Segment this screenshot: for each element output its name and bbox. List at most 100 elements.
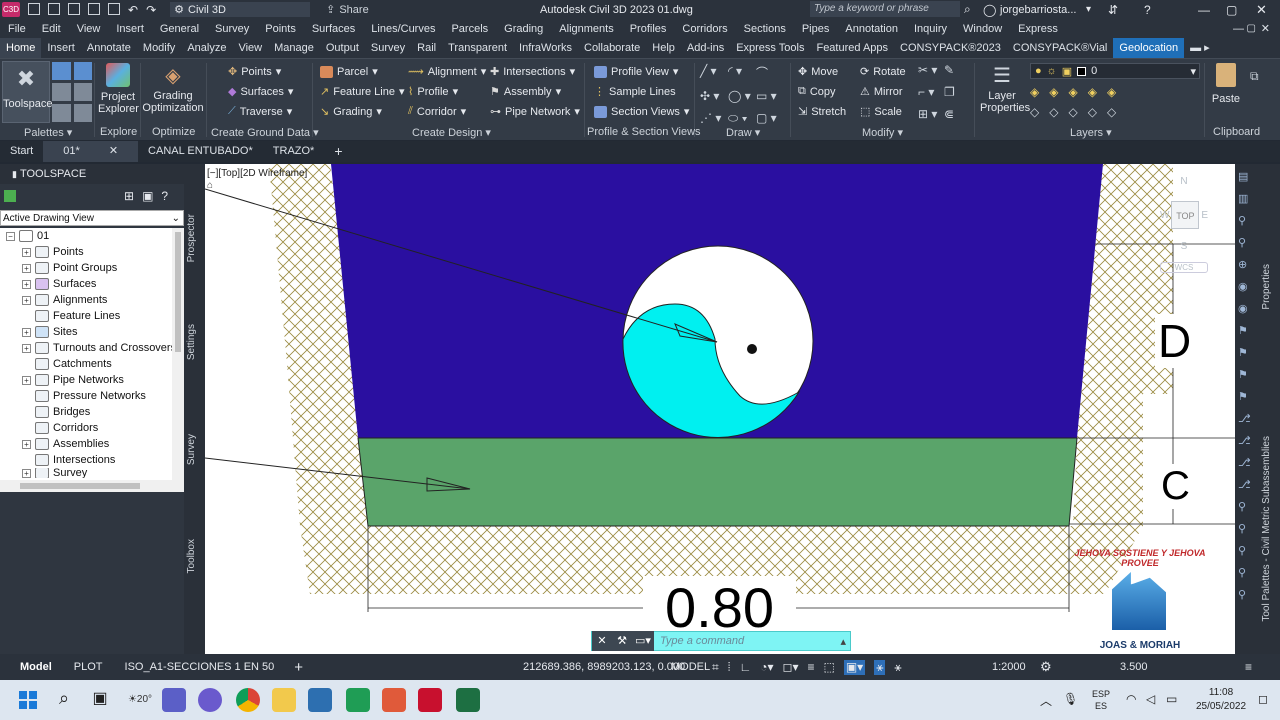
workspace-select[interactable]: ⚙ Civil 3D [170, 2, 311, 17]
tool-icon[interactable]: ⚑ [1238, 368, 1256, 381]
share-button[interactable]: ⇪ Share [326, 3, 369, 17]
explode-icon[interactable]: ❐ [944, 85, 970, 101]
polyline-icon[interactable]: ⌒ [756, 64, 784, 81]
tree-item[interactable]: Feature Lines [0, 308, 172, 324]
tree-item[interactable]: + Assemblies [0, 436, 172, 452]
tool-icon[interactable]: ⚲ [1238, 522, 1256, 535]
settings-icon[interactable] [73, 104, 92, 122]
layout-tab-iso[interactable]: ISO_A1-SECCIONES 1 EN 50 [125, 661, 275, 673]
tab-infraworks[interactable]: InfraWorks [513, 38, 578, 58]
viewcube-top-face[interactable]: TOP [1171, 201, 1200, 229]
circle-icon[interactable]: ◯ ▾ [728, 89, 756, 103]
tree-scrollbar[interactable] [172, 228, 184, 480]
tab-manage[interactable]: Manage [268, 38, 320, 58]
tool-icon[interactable]: ⎇ [1238, 478, 1256, 491]
redo-icon[interactable]: ↷ [146, 3, 156, 17]
arc-icon[interactable]: ◜ ▾ [728, 64, 756, 81]
hscroll-thumb[interactable] [20, 483, 140, 489]
copy-button[interactable]: ⧉ Copy [798, 85, 836, 98]
save-icon[interactable] [68, 2, 80, 15]
tab-express-tools[interactable]: Express Tools [730, 38, 810, 58]
menu-item[interactable]: Insert [108, 23, 152, 35]
tab-insert[interactable]: Insert [41, 38, 81, 58]
tool-icon[interactable]: ▥ [1238, 192, 1256, 205]
coordinates-readout[interactable]: 212689.386, 8989203.123, 0.000 [523, 661, 685, 673]
tool-icon[interactable]: ⎇ [1238, 434, 1256, 447]
expand-icon[interactable]: + [22, 279, 31, 289]
tab-transparent[interactable]: Transparent [442, 38, 513, 58]
grading-button[interactable]: ↘ Grading ▾ [320, 105, 382, 119]
rotate-button[interactable]: ⟳ Rotate [860, 65, 906, 79]
panel-title-draw[interactable]: Draw ▾ [726, 126, 760, 139]
hatch-icon[interactable]: ⋰ ▾ [700, 111, 728, 126]
palette-icon[interactable] [52, 62, 71, 80]
viewport-control-icon[interactable]: ⌂ [207, 180, 213, 191]
tool-icon[interactable]: ◉ [1238, 302, 1256, 315]
doc-tab-canal[interactable]: CANAL ENTUBADO* [138, 141, 263, 162]
grading-optimization-button[interactable]: ◈ Grading Optimization [142, 63, 204, 114]
tree-item[interactable]: + Survey [0, 468, 172, 478]
tool-palette-icon[interactable] [73, 83, 92, 101]
line-icon[interactable]: ╱ ▾ [700, 64, 728, 81]
lineweight-icon[interactable]: ≡ [807, 660, 814, 675]
tab-rail[interactable]: Rail [411, 38, 442, 58]
expand-icon[interactable]: + [22, 247, 31, 257]
search-icon[interactable]: ⌕ [964, 2, 971, 17]
doc-tab-01[interactable]: 01* ✕ [43, 141, 139, 162]
boundary-icon[interactable]: ▢ ▾ [756, 111, 784, 126]
tab-survey[interactable]: Survey [365, 38, 411, 58]
grid-icon[interactable] [52, 104, 71, 122]
teams-chat-icon[interactable] [162, 688, 186, 712]
layer-properties-button[interactable]: ☰ Layer Properties [980, 63, 1030, 114]
traverse-button[interactable]: ⟋ Traverse ▾ [228, 105, 292, 118]
workspace-gear-icon[interactable]: ⚙ [1040, 659, 1052, 675]
help-icon[interactable]: ? [1144, 3, 1151, 17]
side-tab-settings[interactable]: Settings [186, 324, 197, 360]
tool-icon[interactable]: ⚲ [1238, 544, 1256, 557]
grid-icon[interactable]: ⌗ [712, 660, 719, 675]
sample-lines-button[interactable]: ⋮ Sample Lines [594, 85, 676, 99]
intersections-button[interactable]: ✚ Intersections ▾ [490, 65, 575, 79]
rectangle-icon[interactable]: ▭ ▾ [756, 89, 784, 103]
close-doc-icon[interactable]: ✕ [1253, 22, 1278, 35]
panel-title-create-ground-data[interactable]: Create Ground Data ▾ [211, 126, 319, 139]
layout-tab-plot[interactable]: PLOT [74, 661, 103, 673]
tree-item[interactable]: Corridors [0, 420, 172, 436]
panel-title-modify[interactable]: Modify ▾ [862, 126, 903, 139]
wcs-menu[interactable]: WCS [1160, 262, 1208, 273]
layer-tool-icon[interactable]: ◇ [1107, 105, 1116, 119]
tool-icon[interactable]: ⚲ [1238, 566, 1256, 579]
open-file-icon[interactable] [48, 2, 60, 15]
tab-consypack-2023[interactable]: CONSYPACK®2023 [894, 38, 1007, 58]
tool-icon[interactable]: ▤ [1238, 170, 1256, 183]
command-history-icon[interactable]: ▴ [840, 635, 846, 648]
scroll-thumb[interactable] [175, 232, 181, 352]
panel-title-create-design[interactable]: Create Design ▾ [412, 126, 491, 139]
menu-item[interactable]: Alignments [551, 23, 621, 35]
app-icon[interactable] [346, 688, 370, 712]
layer-tool-icon[interactable]: ◇ [1030, 105, 1039, 119]
expand-icon[interactable]: + [22, 327, 31, 337]
command-input[interactable]: Type a command [660, 635, 744, 647]
tool-icon[interactable]: ⚑ [1238, 390, 1256, 403]
cart-icon[interactable]: ▾ [1086, 4, 1091, 15]
tab-consypack-vial[interactable]: CONSYPACK®Vial [1007, 38, 1114, 58]
tree-item[interactable]: Bridges [0, 404, 172, 420]
annotation-visibility-icon[interactable]: ⚹ [874, 659, 886, 675]
volume-icon[interactable]: ◁ [1146, 692, 1155, 706]
array-icon[interactable]: ⊞ ▾ [918, 107, 944, 123]
ribbon-options-icon[interactable]: ▬ ▸ [1184, 38, 1216, 58]
erase-icon[interactable]: ✎ [944, 63, 970, 79]
tab-help[interactable]: Help [646, 38, 681, 58]
collapse-icon[interactable]: − [6, 231, 15, 241]
tab-collaborate[interactable]: Collaborate [578, 38, 646, 58]
profile-view-button[interactable]: Profile View ▾ [594, 65, 678, 78]
tab-home[interactable]: Home [0, 38, 42, 58]
close-tab-icon[interactable]: ✕ [99, 145, 128, 157]
layer-tool-icon[interactable]: ◇ [1049, 105, 1058, 119]
new-tab-icon[interactable]: + [324, 141, 352, 162]
side-tab-prospector[interactable]: Prospector [186, 214, 197, 262]
tree-item[interactable]: Pressure Networks [0, 388, 172, 404]
dynamic-ucs-icon[interactable]: ▣▾ [843, 659, 866, 675]
menu-item[interactable]: Pipes [794, 23, 838, 35]
